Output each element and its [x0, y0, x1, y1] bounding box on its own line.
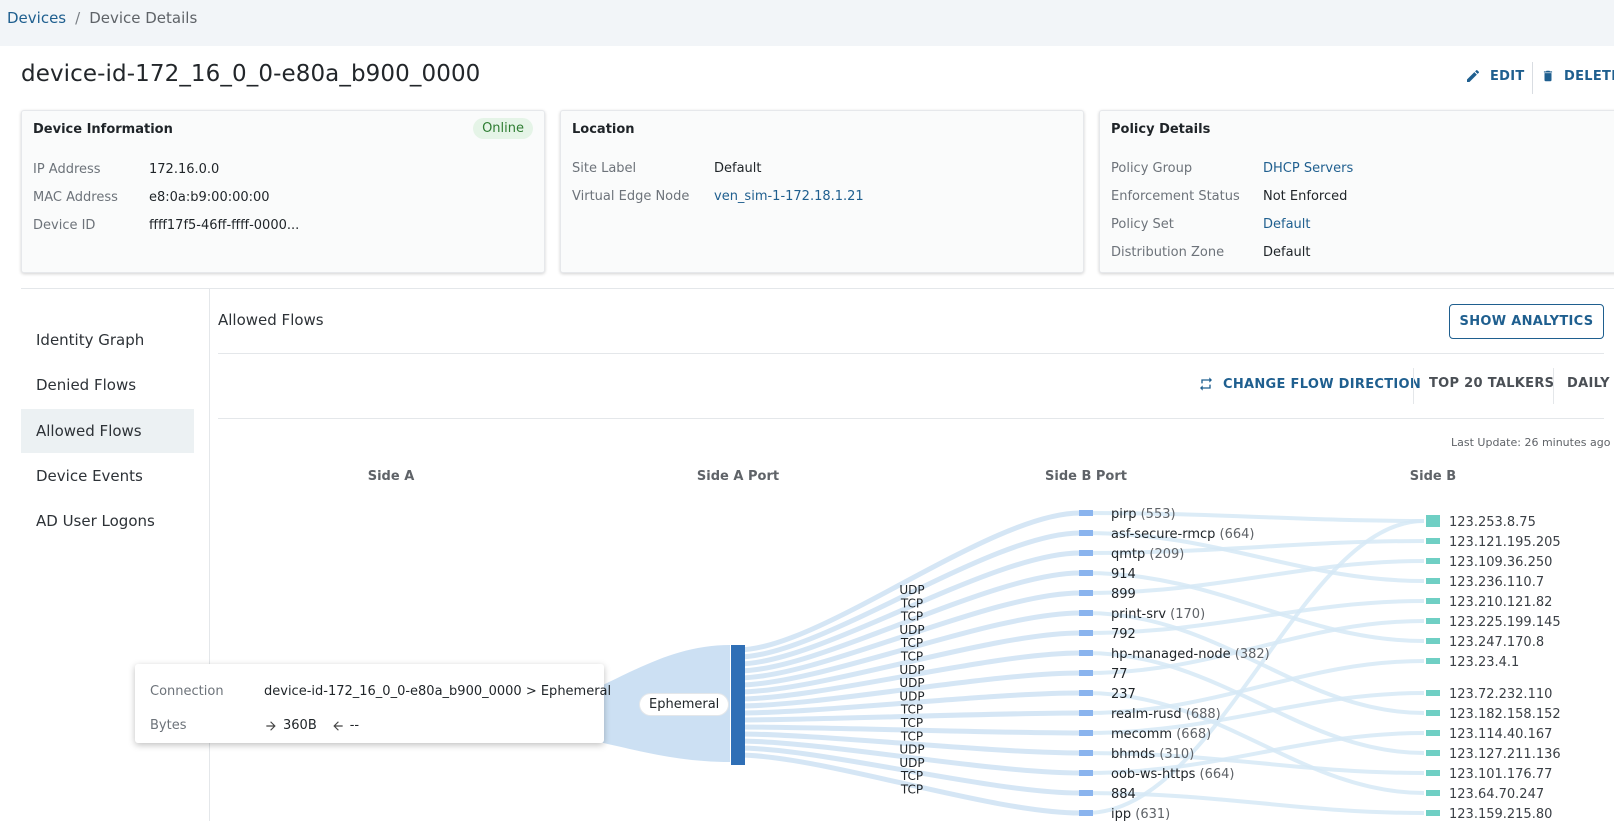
policy-row-zone: Distribution Zone Default [1111, 245, 1311, 260]
row-value: ffff17f5-46ff-ffff-0000... [149, 218, 300, 233]
section-divider [21, 288, 1614, 289]
column-header-side-b: Side B [1409, 469, 1457, 484]
info-row-ip: IP Address 172.16.0.0 [33, 162, 219, 177]
edit-button[interactable]: EDIT [1465, 68, 1525, 84]
breadcrumb-separator: / [75, 9, 81, 27]
row-label: Virtual Edge Node [572, 189, 690, 204]
action-divider [1532, 62, 1533, 94]
delete-label: DELETE [1564, 68, 1614, 84]
info-row-device-id: Device ID ffff17f5-46ff-ffff-0000... [33, 218, 299, 233]
card-title: Location [572, 122, 635, 137]
column-header-side-b-port: Side B Port [1045, 469, 1127, 484]
show-analytics-button[interactable]: SHOW ANALYTICS [1449, 304, 1604, 339]
toolbar-divider-line [218, 418, 1604, 419]
toolbar-divider [1413, 368, 1414, 404]
row-value: Default [714, 161, 762, 176]
pencil-icon [1467, 69, 1480, 82]
row-value: Default [1263, 245, 1311, 260]
card-title: Policy Details [1111, 122, 1211, 137]
policy-set-link[interactable]: Default [1263, 217, 1311, 232]
row-label: Policy Group [1111, 161, 1193, 176]
swap-icon [1200, 377, 1212, 391]
row-value: Not Enforced [1263, 189, 1348, 204]
bytes-out-value: 360B [283, 718, 317, 733]
info-row-mac: MAC Address e8:0a:b9:00:00:00 [33, 190, 270, 205]
change-flow-direction-label: CHANGE FLOW DIRECTION [1223, 376, 1422, 392]
policy-group-link[interactable]: DHCP Servers [1263, 161, 1353, 176]
policy-details-card: Policy Details Policy Group DHCP Servers… [1099, 110, 1614, 273]
policy-row-group: Policy Group DHCP Servers [1111, 161, 1353, 176]
location-row-ven: Virtual Edge Node ven_sim-1-172.18.1.21 [572, 189, 864, 204]
column-header-side-a-port: Side A Port [696, 469, 780, 484]
row-label: Policy Set [1111, 217, 1174, 232]
policy-row-set: Policy Set Default [1111, 217, 1311, 232]
sidebar-item-device-events[interactable]: Device Events [21, 454, 194, 498]
breadcrumb-current: Device Details [89, 9, 198, 27]
arrow-right-icon [266, 720, 276, 731]
toolbar-divider [1553, 368, 1554, 404]
card-title: Device Information [33, 122, 173, 137]
last-update-text: Last Update: 26 minutes ago [1451, 436, 1611, 449]
row-value: e8:0a:b9:00:00:00 [149, 190, 270, 205]
edit-label: EDIT [1490, 68, 1525, 84]
column-header-side-a: Side A [367, 469, 415, 484]
top-bar: Devices / Device Details [0, 0, 1614, 46]
row-value: 172.16.0.0 [149, 162, 220, 177]
tooltip-bytes-label: Bytes [150, 718, 187, 733]
bytes-in-value: -- [349, 718, 360, 733]
ephemeral-node-label: Ephemeral [640, 694, 729, 715]
breadcrumb-devices-link[interactable]: Devices [7, 9, 66, 27]
breadcrumb: Devices / Device Details [7, 9, 197, 27]
top-talkers-button[interactable]: TOP 20 TALKERS [1429, 376, 1554, 391]
sidebar-item-denied-flows[interactable]: Denied Flows [21, 363, 194, 407]
status-badge: Online [473, 118, 533, 139]
row-label: Distribution Zone [1111, 245, 1225, 260]
sidebar-item-allowed-flows[interactable]: Allowed Flows [21, 409, 194, 453]
tooltip-connection-value: device-id-172_16_0_0-e80a_b900_0000 > Ep… [264, 684, 612, 699]
page-title: device-id-172_16_0_0-e80a_b900_0000 [21, 61, 481, 87]
row-label: MAC Address [33, 190, 118, 205]
ven-link[interactable]: ven_sim-1-172.18.1.21 [714, 189, 864, 204]
policy-row-enforcement: Enforcement Status Not Enforced [1111, 189, 1347, 204]
location-card: Location Site Label Default Virtual Edge… [560, 110, 1084, 273]
row-label: IP Address [33, 162, 101, 177]
location-row-site: Site Label Default [572, 161, 762, 176]
device-information-card: Device Information Online IP Address 172… [21, 110, 545, 273]
trash-icon [1543, 70, 1553, 82]
tooltip-bytes-value: 360B -- [264, 718, 359, 733]
delete-button[interactable]: DELETE [1541, 68, 1614, 84]
row-label: Site Label [572, 161, 637, 176]
arrow-left-icon [333, 720, 343, 731]
sidebar-item-identity-graph[interactable]: Identity Graph [21, 318, 194, 362]
change-flow-direction-button[interactable]: CHANGE FLOW DIRECTION [1198, 376, 1421, 392]
row-label: Device ID [33, 218, 96, 233]
sidebar-item-ad-user-logons[interactable]: AD User Logons [21, 499, 194, 543]
tooltip-connection-label: Connection [150, 684, 224, 699]
daily-period-button[interactable]: DAILY [1567, 376, 1610, 391]
row-label: Enforcement Status [1111, 189, 1240, 204]
header-divider [218, 353, 1604, 354]
connection-tooltip: Connection device-id-172_16_0_0-e80a_b90… [135, 664, 611, 743]
section-title: Allowed Flows [218, 311, 324, 329]
